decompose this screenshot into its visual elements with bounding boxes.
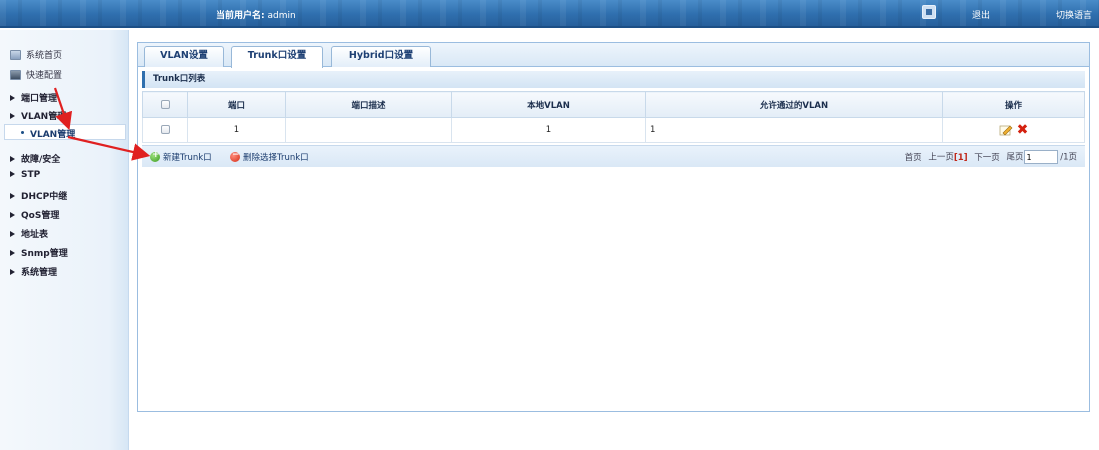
select-all-checkbox[interactable] (160, 99, 170, 109)
current-page: [1] (953, 152, 968, 163)
sidebar-item-label: Snmp管理 (21, 249, 68, 259)
expand-arrow-icon (10, 113, 15, 119)
expand-arrow-icon (10, 193, 15, 199)
sidebar-subitem-vlan-management[interactable]: VLAN管理 (4, 124, 126, 140)
tab-vlan-settings[interactable]: VLAN设置 (144, 46, 224, 67)
sidebar-item-label: 地址表 (21, 230, 49, 240)
sidebar-item-home[interactable]: 系统首页 (10, 48, 62, 61)
add-icon (150, 150, 160, 162)
column-header-allowed-vlan: 允许通过的VLAN (645, 91, 943, 118)
sidebar-item-address-table[interactable]: 地址表 (10, 227, 48, 240)
logout-link[interactable]: 退出 (972, 8, 990, 21)
user-icon[interactable] (922, 5, 936, 19)
page-number-input[interactable] (1023, 150, 1058, 164)
total-pages: /1页 (1060, 152, 1077, 163)
expand-arrow-icon (10, 269, 15, 275)
sidebar-item-label: 系统首页 (26, 51, 63, 61)
expand-arrow-icon (10, 231, 15, 237)
table-row: 1 1 1 ✖ (142, 117, 1085, 143)
tab-hybrid-settings[interactable]: Hybrid口设置 (331, 46, 431, 67)
bullet-icon (21, 131, 24, 134)
cell-port-description (285, 117, 452, 143)
sidebar-item-label: VLAN管理 (30, 130, 76, 140)
main-panel: VLAN设置 Trunk口设置 Hybrid口设置 Trunk口列表 端口 端口… (137, 42, 1090, 412)
sidebar-item-vlan-management[interactable]: VLAN管理 (10, 109, 66, 122)
cell-local-vlan: 1 (451, 117, 646, 143)
sidebar-item-snmp[interactable]: Snmp管理 (10, 246, 68, 259)
cell-allowed-vlan: 1 (645, 117, 943, 143)
sidebar-item-label: QoS管理 (21, 211, 60, 221)
tab-trunk-settings[interactable]: Trunk口设置 (231, 46, 323, 68)
first-page-link[interactable]: 首页 (905, 153, 922, 163)
row-checkbox[interactable] (160, 125, 170, 134)
sidebar-item-label: 端口管理 (21, 94, 58, 104)
prev-page-link[interactable]: 上一页 (928, 153, 954, 163)
top-header-bar: 当前用户名: admin 退出 切换语言 (0, 0, 1099, 28)
sidebar-item-qos[interactable]: QoS管理 (10, 208, 59, 221)
column-header-actions: 操作 (942, 91, 1085, 118)
sidebar-item-label: 故障/安全 (21, 155, 61, 165)
remove-icon (230, 150, 240, 162)
table-header-row: 端口 端口描述 本地VLAN 允许通过的VLAN 操作 (142, 91, 1085, 118)
cell-port: 1 (187, 117, 286, 143)
sidebar-item-fault-security[interactable]: 故障/安全 (10, 152, 60, 165)
expand-arrow-icon (10, 171, 15, 177)
sidebar-item-port-management[interactable]: 端口管理 (10, 91, 57, 104)
sidebar-item-label: DHCP中继 (21, 192, 68, 202)
last-page-link[interactable]: 尾页 (1007, 153, 1024, 163)
select-all-header (142, 91, 188, 118)
switch-language-link[interactable]: 切换语言 (1056, 8, 1092, 21)
sidebar-item-label: 快速配置 (26, 71, 63, 81)
column-header-port-description: 端口描述 (285, 91, 452, 118)
column-header-local-vlan: 本地VLAN (451, 91, 646, 118)
next-page-link[interactable]: 下一页 (974, 153, 1000, 163)
delete-selected-trunk-button[interactable]: 删除选择Trunk口 (230, 150, 309, 163)
sidebar-item-stp[interactable]: STP (10, 170, 40, 180)
trunk-table: 端口 端口描述 本地VLAN 允许通过的VLAN 操作 1 1 1 ✖ (142, 91, 1085, 143)
sidebar: 系统首页 快速配置 端口管理 VLAN管理 VLAN管理 故障/安全 STP D… (0, 30, 129, 450)
tab-bar: VLAN设置 Trunk口设置 Hybrid口设置 (138, 43, 1089, 68)
sidebar-item-quick-config[interactable]: 快速配置 (10, 68, 62, 81)
pagination: 首页 上一页[1] 下一页 尾页 /1页 (905, 150, 1077, 164)
sidebar-item-label: STP (21, 170, 41, 180)
expand-arrow-icon (10, 212, 15, 218)
current-user-name: admin (267, 11, 296, 21)
delete-icon[interactable]: ✖ (1017, 123, 1029, 137)
current-user: 当前用户名: admin (216, 8, 296, 21)
sidebar-item-system-management[interactable]: 系统管理 (10, 265, 57, 278)
sidebar-item-label: 系统管理 (21, 268, 58, 278)
quick-config-icon (10, 70, 21, 80)
sidebar-item-label: VLAN管理 (21, 112, 67, 122)
current-user-label: 当前用户名: (216, 11, 265, 21)
table-toolbar: 新建Trunk口 删除选择Trunk口 首页 上一页[1] 下一页 尾页 /1页 (142, 145, 1085, 167)
add-trunk-label: 新建Trunk口 (163, 153, 212, 163)
edit-icon[interactable] (999, 124, 1013, 136)
trunk-list-title: Trunk口列表 (142, 71, 1085, 88)
expand-arrow-icon (10, 250, 15, 256)
sidebar-item-dhcp-relay[interactable]: DHCP中继 (10, 189, 67, 202)
home-icon (10, 50, 21, 60)
row-select-cell (142, 117, 188, 143)
expand-arrow-icon (10, 95, 15, 101)
expand-arrow-icon (10, 156, 15, 162)
column-header-port: 端口 (187, 91, 286, 118)
add-trunk-button[interactable]: 新建Trunk口 (150, 150, 212, 163)
cell-actions: ✖ (942, 117, 1085, 143)
delete-selected-label: 删除选择Trunk口 (243, 153, 309, 163)
